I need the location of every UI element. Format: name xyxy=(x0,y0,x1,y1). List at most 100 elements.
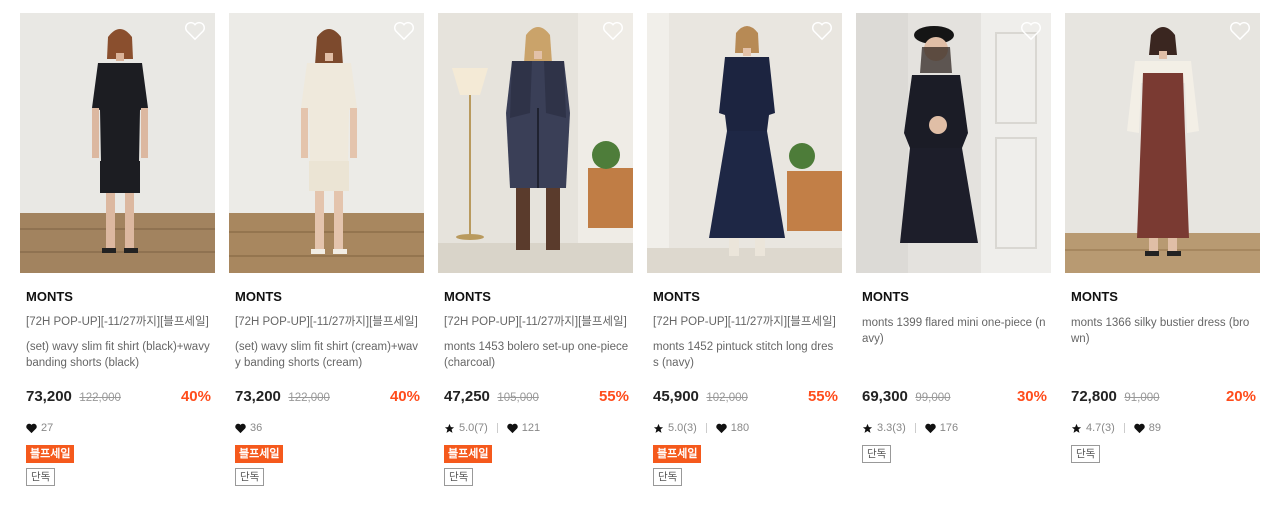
product-image[interactable] xyxy=(1065,13,1260,273)
wishlist-heart-icon[interactable] xyxy=(393,21,415,41)
exclusive-badge: 단독 xyxy=(444,468,474,486)
product-meta: 4.7(3) 89 xyxy=(1071,421,1161,435)
sale-price: 47,250 xyxy=(444,388,490,405)
product-card[interactable]: MONTS [72H POP-UP][-11/27까지][블프세일] (set)… xyxy=(20,13,215,486)
product-brand[interactable]: MONTS xyxy=(444,289,633,305)
discount-rate: 40% xyxy=(389,388,420,405)
wishlist-heart-icon[interactable] xyxy=(1020,21,1042,41)
discount-rate: 20% xyxy=(1225,388,1256,405)
product-promo[interactable]: [72H POP-UP][-11/27까지][블프세일] xyxy=(235,315,424,330)
price-row: 73,200 122,000 40% xyxy=(235,388,420,408)
original-price: 105,000 xyxy=(497,392,539,404)
like-count: 176 xyxy=(939,422,959,434)
product-image[interactable] xyxy=(647,13,842,273)
product-brand[interactable]: MONTS xyxy=(653,289,842,305)
meta-divider xyxy=(705,423,707,433)
meta-divider xyxy=(496,423,498,433)
product-promo[interactable]: [72H POP-UP][-11/27까지][블프세일] xyxy=(444,315,633,330)
product-promo[interactable]: [72H POP-UP][-11/27까지][블프세일] xyxy=(653,315,842,330)
discount-rate: 40% xyxy=(180,388,211,405)
heart-icon xyxy=(235,423,246,433)
price-row: 72,800 91,000 20% xyxy=(1071,388,1256,408)
product-name[interactable]: (set) wavy slim fit shirt (cream)+wavy b… xyxy=(235,339,420,373)
like-count: 121 xyxy=(521,422,541,434)
product-photo xyxy=(856,13,1051,273)
heart-icon xyxy=(507,423,518,433)
product-name[interactable]: monts 1453 bolero set-up one-piece (char… xyxy=(444,339,629,373)
product-brand[interactable]: MONTS xyxy=(26,289,215,305)
product-card[interactable]: MONTS monts 1399 flared mini one-piece (… xyxy=(856,13,1051,463)
wishlist-heart-icon[interactable] xyxy=(184,21,206,41)
heart-icon xyxy=(925,423,936,433)
product-name[interactable]: monts 1399 flared mini one-piece (navy) xyxy=(862,315,1047,349)
product-photo xyxy=(229,13,424,273)
product-image[interactable] xyxy=(229,13,424,273)
product-promo[interactable]: [72H POP-UP][-11/27까지][블프세일] xyxy=(26,315,215,330)
star-icon xyxy=(444,423,455,433)
sale-price: 72,800 xyxy=(1071,388,1117,405)
wishlist-heart-icon[interactable] xyxy=(1229,21,1251,41)
product-photo xyxy=(20,13,215,273)
original-price: 122,000 xyxy=(79,392,121,404)
product-brand[interactable]: MONTS xyxy=(235,289,424,305)
rating-value: 5.0(3) xyxy=(668,422,697,434)
product-card[interactable]: MONTS [72H POP-UP][-11/27까지][블프세일] monts… xyxy=(438,13,633,486)
product-brand[interactable]: MONTS xyxy=(862,289,1051,305)
meta-divider xyxy=(1123,423,1125,433)
product-image[interactable] xyxy=(438,13,633,273)
rating-value: 3.3(3) xyxy=(877,422,906,434)
wishlist-heart-icon[interactable] xyxy=(602,21,624,41)
meta-divider xyxy=(914,423,916,433)
sale-price: 45,900 xyxy=(653,388,699,405)
like-count: 27 xyxy=(41,422,54,434)
product-card[interactable]: MONTS [72H POP-UP][-11/27까지][블프세일] (set)… xyxy=(229,13,424,486)
sale-price: 73,200 xyxy=(26,388,72,405)
exclusive-badge: 단독 xyxy=(235,468,265,486)
like-count: 36 xyxy=(250,422,263,434)
heart-icon xyxy=(1134,423,1145,433)
price-row: 73,200 122,000 40% xyxy=(26,388,211,408)
rating-value: 5.0(7) xyxy=(459,422,488,434)
sale-price: 69,300 xyxy=(862,388,908,405)
exclusive-badge: 단독 xyxy=(26,468,56,486)
product-meta: 27 xyxy=(26,421,53,435)
exclusive-badge: 단독 xyxy=(653,468,683,486)
price-row: 47,250 105,000 55% xyxy=(444,388,629,408)
star-icon xyxy=(1071,423,1082,433)
product-image[interactable] xyxy=(20,13,215,273)
product-brand[interactable]: MONTS xyxy=(1071,289,1260,305)
product-image[interactable] xyxy=(856,13,1051,273)
price-row: 69,300 99,000 30% xyxy=(862,388,1047,408)
original-price: 99,000 xyxy=(915,392,951,404)
star-icon xyxy=(862,423,873,433)
product-photo xyxy=(1065,13,1260,273)
product-card[interactable]: MONTS [72H POP-UP][-11/27까지][블프세일] monts… xyxy=(647,13,842,486)
discount-rate: 55% xyxy=(807,388,838,405)
discount-rate: 55% xyxy=(598,388,629,405)
rating-value: 4.7(3) xyxy=(1086,422,1115,434)
product-name[interactable]: (set) wavy slim fit shirt (black)+wavy b… xyxy=(26,339,211,373)
original-price: 102,000 xyxy=(706,392,748,404)
heart-icon xyxy=(716,423,727,433)
exclusive-badge: 단독 xyxy=(1071,445,1101,463)
product-meta: 5.0(7) 121 xyxy=(444,421,540,435)
original-price: 122,000 xyxy=(288,392,330,404)
heart-icon xyxy=(26,423,37,433)
product-photo xyxy=(647,13,842,273)
product-meta: 36 xyxy=(235,421,262,435)
product-grid: MONTS [72H POP-UP][-11/27까지][블프세일] (set)… xyxy=(0,0,1267,517)
black-friday-badge: 블프세일 xyxy=(653,445,702,463)
sale-price: 73,200 xyxy=(235,388,281,405)
price-row: 45,900 102,000 55% xyxy=(653,388,838,408)
product-card[interactable]: MONTS monts 1366 silky bustier dress (br… xyxy=(1065,13,1260,463)
product-meta: 3.3(3) 176 xyxy=(862,421,958,435)
black-friday-badge: 블프세일 xyxy=(235,445,284,463)
like-count: 89 xyxy=(1148,422,1161,434)
product-name[interactable]: monts 1452 pintuck stitch long dress (na… xyxy=(653,339,838,373)
like-count: 180 xyxy=(730,422,750,434)
product-name[interactable]: monts 1366 silky bustier dress (brown) xyxy=(1071,315,1256,349)
black-friday-badge: 블프세일 xyxy=(444,445,493,463)
exclusive-badge: 단독 xyxy=(862,445,892,463)
star-icon xyxy=(653,423,664,433)
wishlist-heart-icon[interactable] xyxy=(811,21,833,41)
